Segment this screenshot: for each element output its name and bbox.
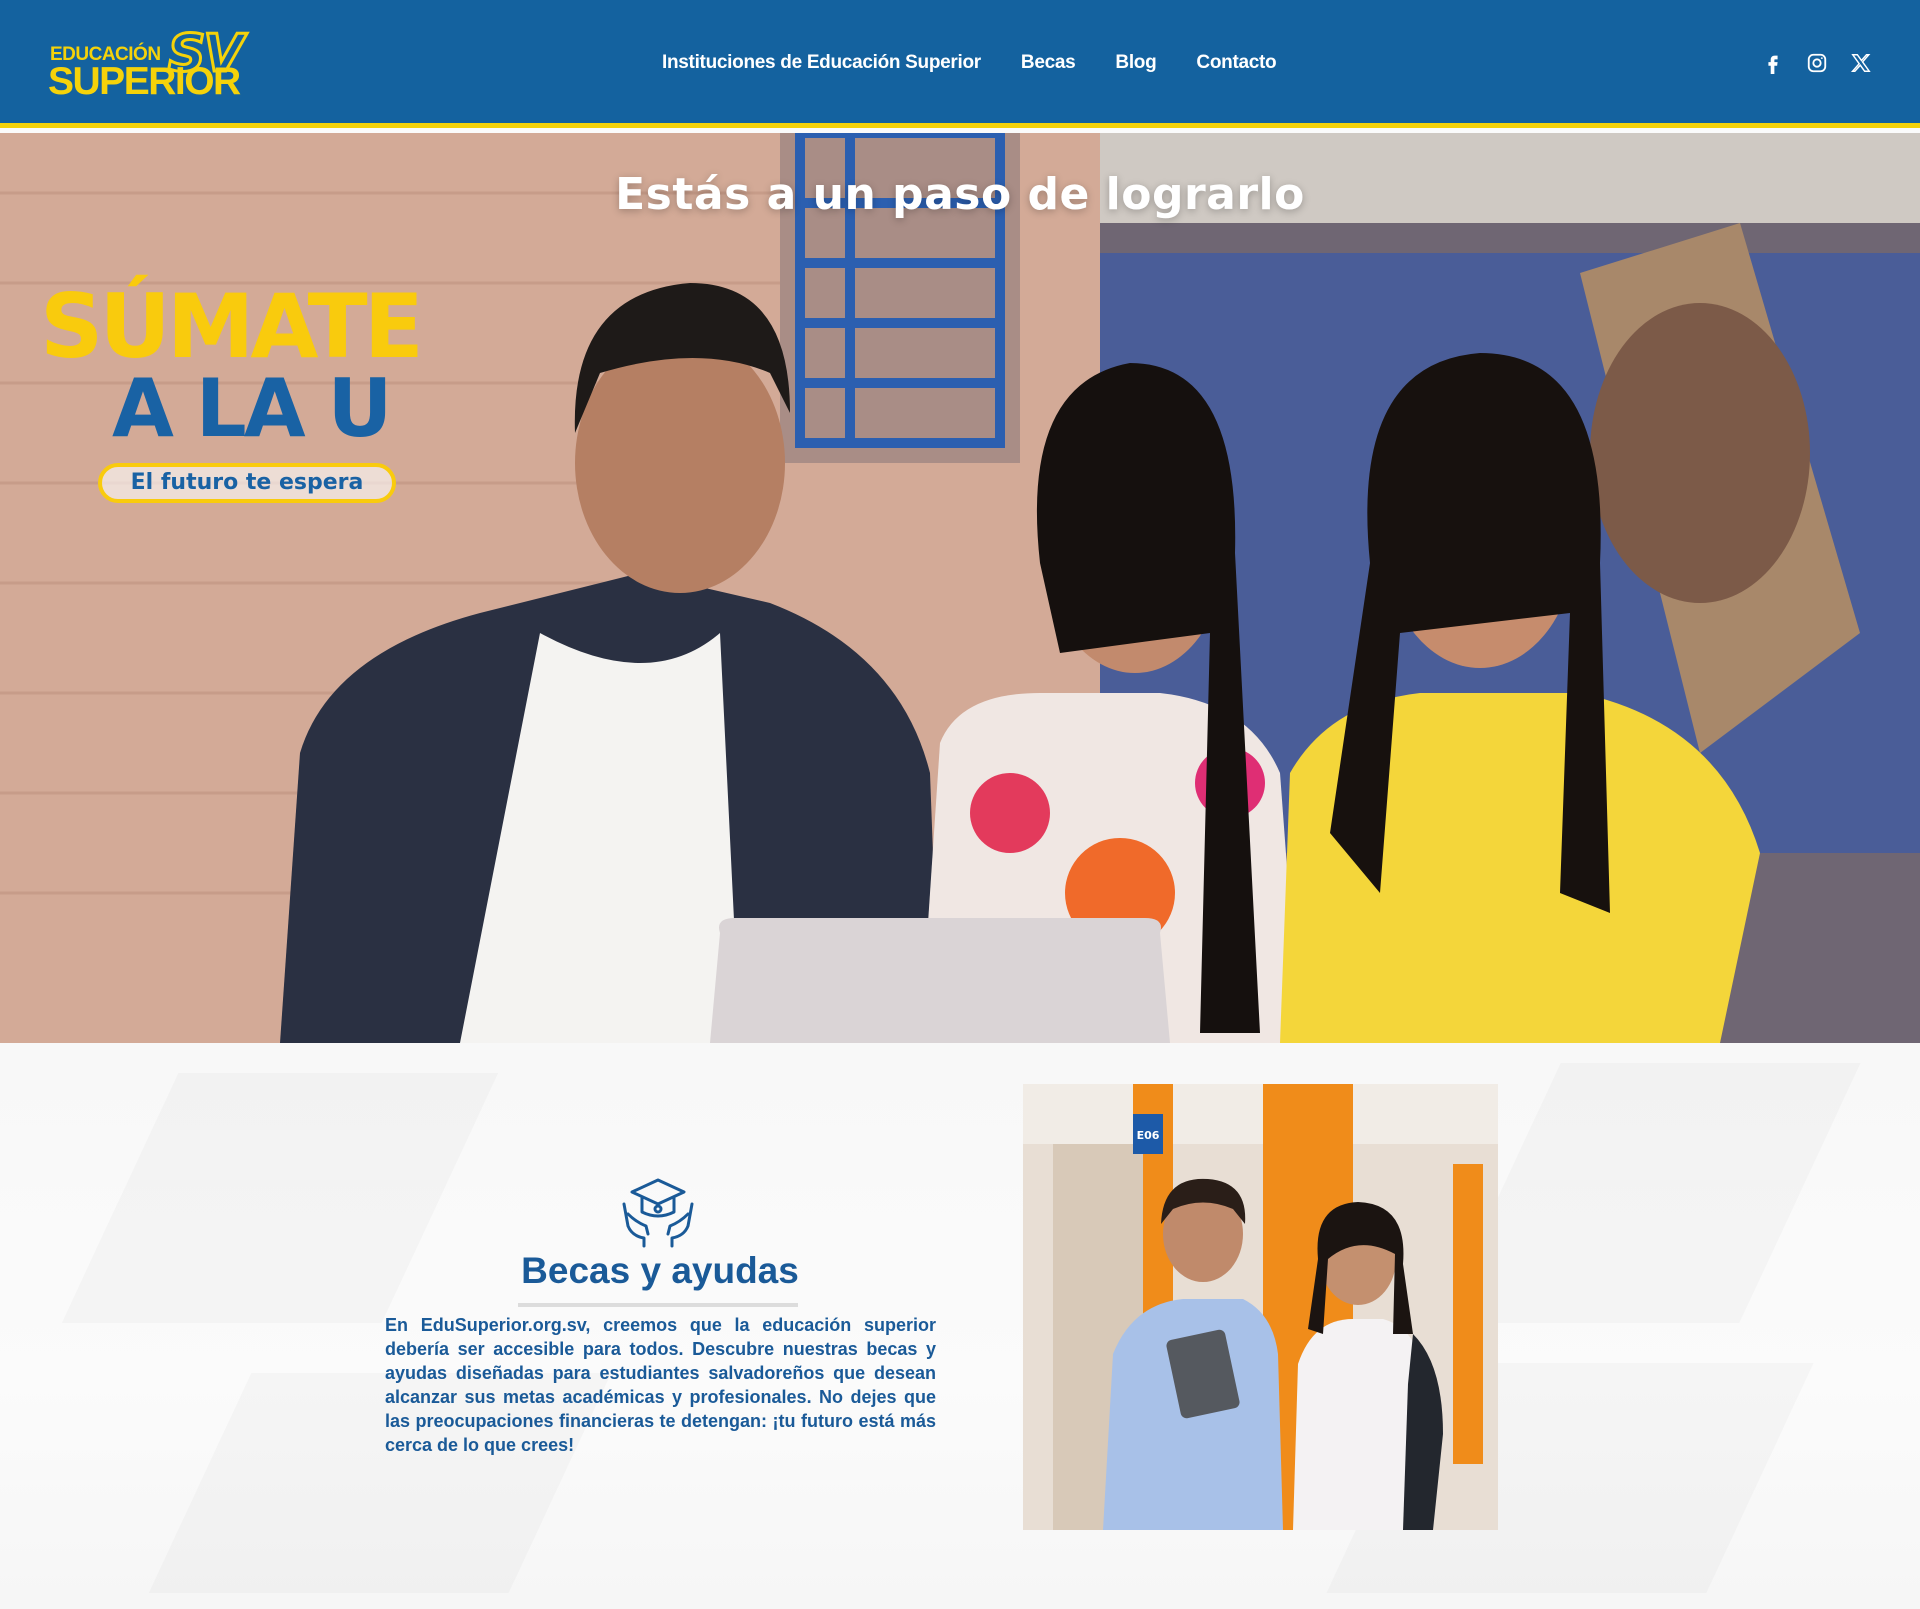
- graduation-cap-hands-icon: [618, 1174, 698, 1248]
- main-nav: Instituciones de Educación Superior Beca…: [662, 52, 1277, 74]
- students-photo: E06: [1023, 1084, 1498, 1530]
- promo-tagline: El futuro te espera: [98, 462, 396, 503]
- bg-shape: [1439, 1063, 1860, 1323]
- hero-banner: Estás a un paso de lograrlo SÚMATE A LA …: [0, 133, 1920, 1043]
- becas-section: Becas y ayudas En EduSuperior.org.sv, cr…: [0, 1043, 1920, 1609]
- promo-line2: A LA U: [112, 361, 392, 455]
- title-underline: [518, 1303, 798, 1307]
- instagram-icon[interactable]: [1806, 52, 1828, 74]
- hero-title: Estás a un paso de lograrlo: [615, 169, 1305, 220]
- nav-becas[interactable]: Becas: [1021, 52, 1076, 74]
- site-logo[interactable]: SV EDUCACIÓN SUPERIOR: [48, 27, 253, 103]
- social-links: [1762, 52, 1872, 74]
- bg-shape: [62, 1073, 499, 1323]
- becas-title: Becas y ayudas: [521, 1250, 799, 1291]
- nav-blog[interactable]: Blog: [1115, 52, 1156, 74]
- site-header: SV EDUCACIÓN SUPERIOR Instituciones de E…: [0, 0, 1920, 128]
- nav-contacto[interactable]: Contacto: [1196, 52, 1276, 74]
- nav-instituciones[interactable]: Instituciones de Educación Superior: [662, 52, 981, 74]
- x-icon[interactable]: [1850, 52, 1872, 74]
- promo-line1: SÚMATE: [40, 275, 424, 378]
- promo-badge: SÚMATE A LA U El futuro te espera: [40, 275, 460, 503]
- hero-photo: [0, 133, 1920, 1043]
- facebook-icon[interactable]: [1762, 52, 1784, 74]
- room-sign: E06: [1137, 1129, 1160, 1142]
- logo-line2: SUPERIOR: [48, 60, 241, 103]
- becas-description: En EduSuperior.org.sv, creemos que la ed…: [385, 1315, 936, 1455]
